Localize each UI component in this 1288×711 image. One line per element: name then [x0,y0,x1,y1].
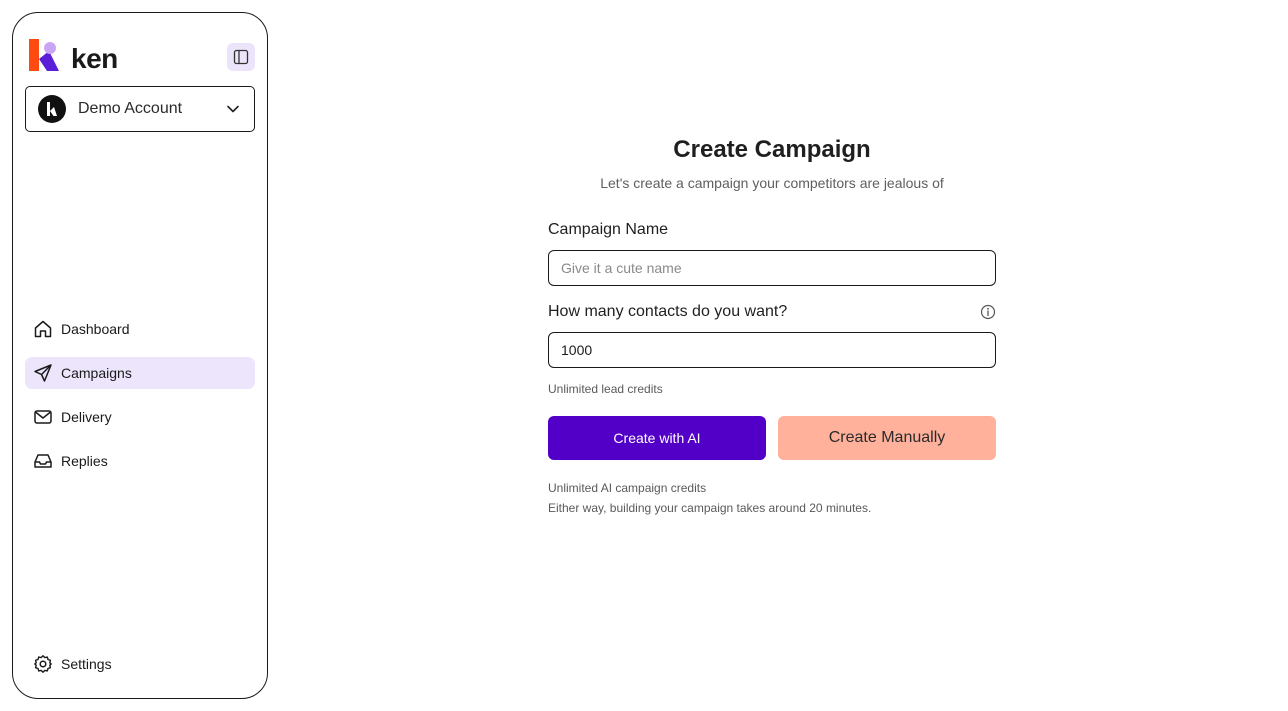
contacts-label: How many contacts do you want? [548,303,788,320]
sidebar-nav: Dashboard Campaigns Delivery Replies [25,313,255,489]
sidebar-item-replies[interactable]: Replies [25,445,255,477]
campaign-name-label: Campaign Name [548,221,669,238]
inbox-icon [33,451,53,471]
create-manually-button[interactable]: Create Manually [778,416,996,460]
create-with-ai-button[interactable]: Create with AI [548,416,766,460]
page-subtitle: Let's create a campaign your competitors… [600,175,944,191]
home-icon [33,319,53,339]
create-campaign-form: Create Campaign Let's create a campaign … [548,134,996,518]
sidebar-toggle-icon [233,49,249,65]
account-name: Demo Account [78,100,183,117]
build-time-note: Either way, building your campaign takes… [548,501,872,515]
account-switcher[interactable]: Demo Account [25,86,255,132]
brand-logo[interactable]: ken [29,37,118,73]
chevron-down-icon [226,102,240,116]
footnote: Unlimited AI campaign credits Either way… [548,478,996,518]
sidebar-item-campaigns[interactable]: Campaigns [25,357,255,389]
campaign-name-input[interactable] [548,250,996,286]
sidebar-item-dashboard[interactable]: Dashboard [25,313,255,345]
contacts-count-input[interactable] [548,332,996,368]
lead-credits-hint: Unlimited lead credits [548,382,663,396]
send-icon [33,363,53,383]
sidebar-item-label: Dashboard [61,321,130,337]
gear-icon [33,654,53,674]
info-icon[interactable] [980,304,996,320]
page-title: Create Campaign [673,136,871,163]
settings-label: Settings [61,656,112,672]
sidebar-toggle-button[interactable] [227,43,255,71]
sidebar-item-label: Delivery [61,409,112,425]
sidebar-item-label: Campaigns [61,365,132,381]
brand-name: ken [71,43,118,74]
contacts-label-row: How many contacts do you want? [548,302,996,322]
sidebar-item-settings[interactable]: Settings [33,654,112,674]
ken-logo-icon [29,37,61,73]
create-buttons: Create with AI Create Manually [548,416,996,460]
ai-credits-note: Unlimited AI campaign credits [548,481,707,495]
sidebar-item-label: Replies [61,453,108,469]
sidebar: ken Demo Account Dashboard Campaigns Del… [12,12,268,699]
ken-avatar-icon [38,95,66,123]
mail-icon [33,407,53,427]
sidebar-item-delivery[interactable]: Delivery [25,401,255,433]
